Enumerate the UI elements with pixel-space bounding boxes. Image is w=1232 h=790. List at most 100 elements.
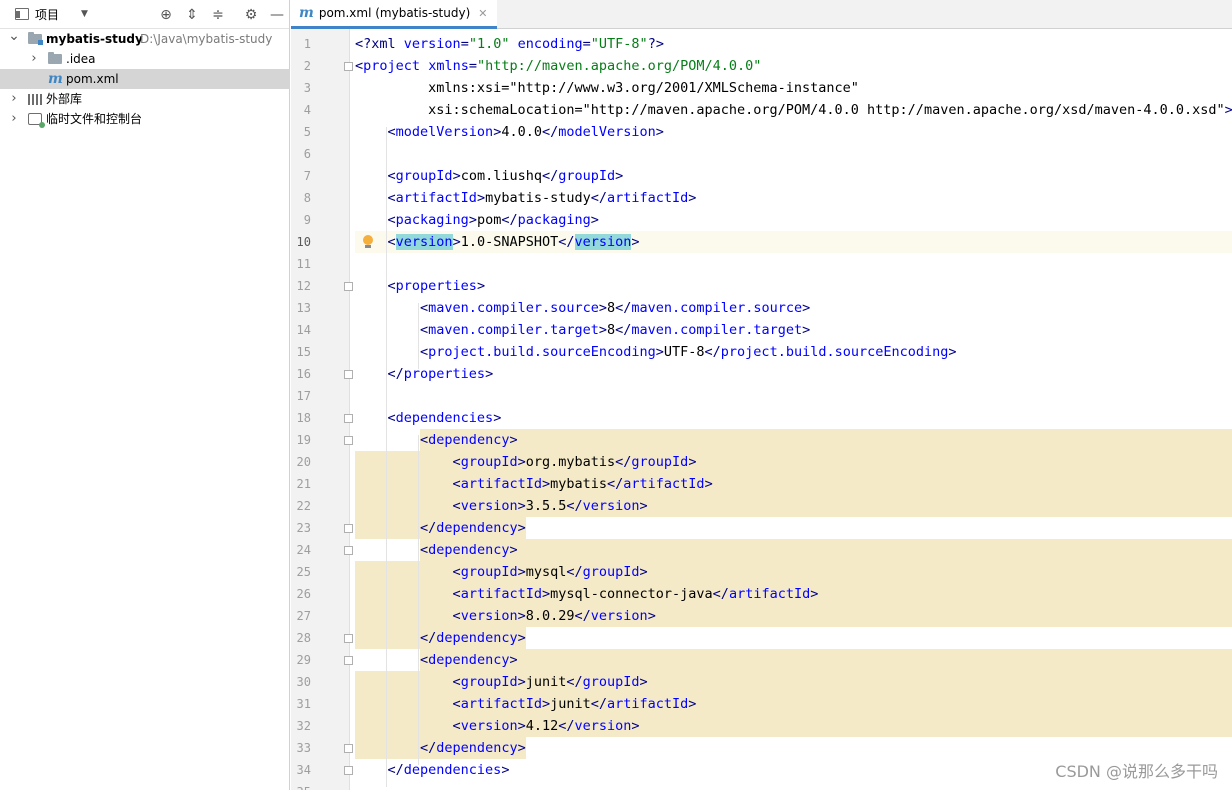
code-line: <modelVersion>4.0.0</modelVersion> bbox=[387, 124, 664, 140]
line-number: 20 bbox=[296, 455, 311, 469]
line-number: 1 bbox=[303, 37, 311, 51]
tab-pom-xml[interactable]: m pom.xml (mybatis-study) ✕ bbox=[291, 0, 498, 29]
line-number: 16 bbox=[296, 367, 311, 381]
tree-item-pom-xml[interactable]: m pom.xml bbox=[0, 69, 290, 89]
line-number: 9 bbox=[303, 213, 311, 227]
code-line: <artifactId>mysql-connector-java</artifa… bbox=[452, 586, 819, 602]
code-line: <properties> bbox=[387, 278, 486, 294]
tree-item-[interactable]: › 外部库 bbox=[0, 89, 290, 109]
fold-marker-icon[interactable] bbox=[344, 436, 353, 445]
line-number: 25 bbox=[296, 565, 311, 579]
chevron-down-icon[interactable]: ⌄ bbox=[8, 29, 20, 43]
line-number: 8 bbox=[303, 191, 311, 205]
close-icon[interactable]: ✕ bbox=[478, 7, 487, 20]
code-line: <artifactId>junit</artifactId> bbox=[452, 696, 697, 712]
code-line: <groupId>junit</groupId> bbox=[452, 674, 648, 690]
collapse-all-icon[interactable]: ≑ bbox=[209, 6, 227, 24]
code-line: <maven.compiler.source>8</maven.compiler… bbox=[420, 300, 811, 316]
code-line: <groupId>mysql</groupId> bbox=[452, 564, 648, 580]
tab-label: pom.xml (mybatis-study) bbox=[318, 6, 471, 20]
fold-marker-icon[interactable] bbox=[344, 62, 353, 71]
code-line: <dependency> bbox=[420, 432, 518, 448]
folder-icon bbox=[48, 52, 62, 64]
gear-icon[interactable]: ⚙ bbox=[242, 6, 260, 24]
fold-marker-icon[interactable] bbox=[344, 656, 353, 665]
fold-marker-icon[interactable] bbox=[344, 766, 353, 775]
code-line: </properties> bbox=[387, 366, 494, 382]
minimize-icon[interactable]: — bbox=[268, 6, 286, 24]
line-number: 15 bbox=[296, 345, 311, 359]
line-number: 33 bbox=[296, 741, 311, 755]
line-number: 17 bbox=[296, 389, 311, 403]
tree-item-idea[interactable]: › .idea bbox=[0, 49, 290, 69]
line-number: 30 bbox=[296, 675, 311, 689]
line-number: 26 bbox=[296, 587, 311, 601]
code-line: </dependency> bbox=[420, 630, 526, 646]
tree-item-label: 临时文件和控制台 bbox=[46, 112, 143, 126]
code-line: <version>4.12</version> bbox=[452, 718, 640, 734]
library-icon bbox=[28, 94, 42, 105]
fold-marker-icon[interactable] bbox=[344, 370, 353, 379]
code-editor[interactable]: 1 2 3 4 5 6 7 8 9 10 11 12 13 14 15 16 17 18 19 20 21 22 23 24 2… bbox=[291, 29, 1232, 790]
code-line: <version>1.0-SNAPSHOT</version> bbox=[387, 234, 640, 250]
fold-marker-icon[interactable] bbox=[344, 546, 353, 555]
chevron-right-icon[interactable]: › bbox=[28, 49, 40, 69]
fold-marker-icon[interactable] bbox=[344, 414, 353, 423]
tree-item-label: 外部库 bbox=[46, 92, 83, 106]
code-line: <groupId>org.mybatis</groupId> bbox=[452, 454, 697, 470]
expand-all-icon[interactable]: ⇕ bbox=[183, 6, 201, 24]
line-number: 14 bbox=[296, 323, 311, 337]
editor-tab-bar: m pom.xml (mybatis-study) ✕ bbox=[291, 0, 1232, 29]
code-line: <maven.compiler.target>8</maven.compiler… bbox=[420, 322, 811, 338]
chevron-right-icon[interactable]: › bbox=[8, 109, 20, 129]
line-number: 27 bbox=[296, 609, 311, 623]
scratches-icon bbox=[28, 113, 45, 128]
project-view-icon bbox=[15, 8, 29, 20]
code-line: <dependency> bbox=[420, 542, 518, 558]
tree-item-mybatis-study[interactable]: ⌄ mybatis-study D:\Java\mybatis-study bbox=[0, 29, 290, 49]
project-folder-icon bbox=[28, 32, 43, 45]
line-number: 29 bbox=[296, 653, 311, 667]
line-number: 4 bbox=[303, 103, 311, 117]
code-line: <artifactId>mybatis</artifactId> bbox=[452, 476, 713, 492]
code-line: xsi:schemaLocation="http://maven.apache.… bbox=[355, 102, 1232, 118]
code-line: <groupId>com.liushq</groupId> bbox=[387, 168, 624, 184]
chevron-down-icon[interactable]: ▼ bbox=[81, 9, 88, 19]
project-view-title[interactable]: 项目 bbox=[35, 6, 59, 23]
code-line: <version>3.5.5</version> bbox=[452, 498, 648, 514]
line-number: 19 bbox=[296, 433, 311, 447]
line-number: 23 bbox=[296, 521, 311, 535]
line-number: 31 bbox=[296, 697, 311, 711]
line-number: 21 bbox=[296, 477, 311, 491]
chevron-right-icon[interactable]: › bbox=[8, 89, 20, 109]
line-number: 5 bbox=[303, 125, 311, 139]
code-line: <?xml version="1.0" encoding="UTF-8"?> bbox=[355, 36, 664, 52]
line-number: 34 bbox=[296, 763, 311, 777]
fold-marker-icon[interactable] bbox=[344, 282, 353, 291]
code-line: <dependency> bbox=[420, 652, 518, 668]
project-panel: 项目 ▼ ⊕ ⇕ ≑ ⚙ — ⌄ mybatis-study D:\Java\myb… bbox=[0, 0, 290, 790]
line-number: 6 bbox=[303, 147, 311, 161]
fold-marker-icon[interactable] bbox=[344, 634, 353, 643]
code-line: <dependencies> bbox=[387, 410, 502, 426]
locate-file-icon[interactable]: ⊕ bbox=[157, 6, 175, 24]
lightbulb-icon[interactable] bbox=[362, 235, 374, 249]
tree-item-label: .idea bbox=[66, 52, 96, 66]
tree-item-[interactable]: › 临时文件和控制台 bbox=[0, 109, 290, 129]
line-number: 12 bbox=[296, 279, 311, 293]
fold-marker-icon[interactable] bbox=[344, 524, 353, 533]
maven-file-icon: m bbox=[299, 5, 314, 21]
line-number: 28 bbox=[296, 631, 311, 645]
line-number: 2 bbox=[303, 59, 311, 73]
fold-marker-icon[interactable] bbox=[344, 744, 353, 753]
watermark: CSDN @说那么多干吗 bbox=[1055, 762, 1218, 781]
maven-file-icon: m bbox=[48, 71, 63, 87]
line-number: 13 bbox=[296, 301, 311, 315]
tree-item-label: mybatis-study bbox=[46, 32, 143, 46]
line-number: 35 bbox=[291, 781, 311, 790]
code-line: </dependency> bbox=[420, 520, 526, 536]
